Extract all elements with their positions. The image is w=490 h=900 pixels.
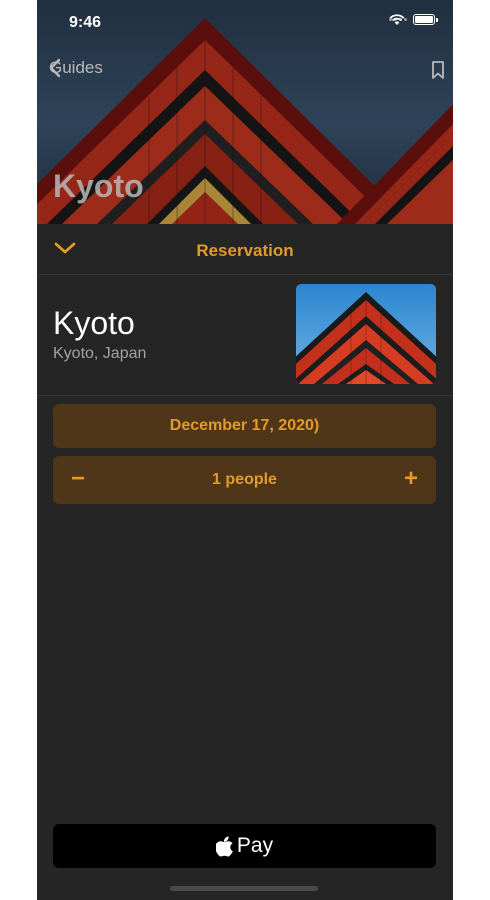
hero-title: Kyoto: [53, 168, 144, 204]
reservation-sheet: Reservation Kyoto Kyoto, Japan December …: [37, 224, 453, 900]
apple-pay-button[interactable]: Pay: [53, 824, 436, 868]
sheet-title: Reservation: [196, 241, 294, 260]
place-summary: Kyoto Kyoto, Japan: [37, 275, 453, 396]
back-button[interactable]: Guides: [49, 58, 103, 78]
people-count: 1 people: [212, 471, 277, 488]
status-time: 9:46: [69, 14, 102, 31]
people-stepper: − 1 people +: [53, 456, 436, 504]
pagoda-thumbnail-image: [296, 292, 436, 384]
bookmark-icon: [432, 61, 444, 79]
place-location: Kyoto, Japan: [53, 345, 147, 362]
wifi-icon: [389, 14, 405, 25]
home-indicator: [170, 886, 318, 891]
status-icons: [389, 14, 438, 25]
chevron-left-icon: [49, 58, 61, 78]
increase-people-button[interactable]: +: [396, 466, 426, 494]
date-button[interactable]: December 17, 2020): [53, 404, 436, 448]
phone-screen: 9:46 Guides Kyoto Reservation Kyoto Kyot…: [37, 0, 453, 900]
apple-logo-icon: [215, 836, 233, 856]
place-thumbnail: [296, 284, 436, 384]
place-name: Kyoto: [53, 305, 135, 341]
battery-icon: [413, 14, 438, 25]
sheet-header: Reservation: [37, 224, 453, 275]
hero-image: 9:46 Guides Kyoto: [37, 0, 453, 224]
pay-label: Pay: [236, 834, 274, 857]
